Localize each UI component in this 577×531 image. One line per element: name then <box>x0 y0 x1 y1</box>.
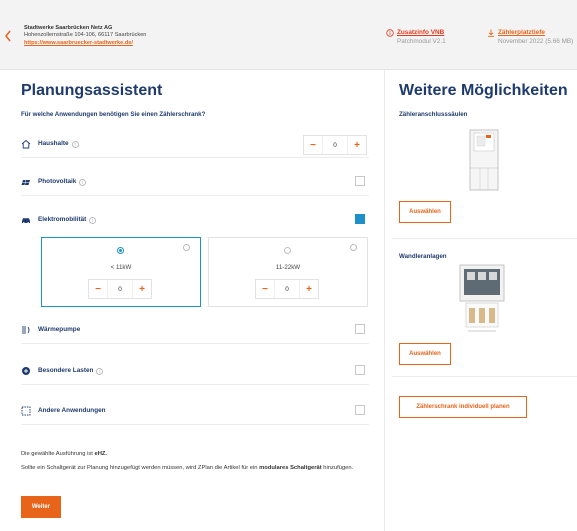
info-icon[interactable]: i <box>89 217 97 224</box>
info-circle-icon <box>386 29 394 37</box>
card1-select-button[interactable]: Auswählen <box>399 201 451 223</box>
elektromobilitaet-checkbox[interactable] <box>355 214 365 224</box>
info-icon[interactable]: i <box>71 141 79 148</box>
transformer-cabinet-image <box>459 264 505 332</box>
company-link[interactable]: https://www.saarbruecker-stadtwerke.de/ <box>24 40 146 47</box>
row-label: Haushalte i <box>38 140 79 148</box>
card1-title: Zähleranschlusssäulen <box>399 111 468 118</box>
page-title: Planungsassistent <box>21 82 163 99</box>
solar-panel-icon <box>21 179 30 186</box>
header-bar: Stadtwerke Saarbrücken Netz AG Hohenzoll… <box>0 0 577 70</box>
special-load-icon <box>22 367 30 375</box>
execution-note: Die gewählte Ausführung ist eHZ. <box>21 451 108 457</box>
dashed-square-icon <box>21 406 31 416</box>
row-waermepumpe: Wärmepumpe <box>21 316 369 344</box>
info-icon[interactable] <box>350 244 357 251</box>
zusatzinfo-link[interactable]: Zusatzinfo VNB Patchmodul V2.1 <box>386 29 446 46</box>
andere-anwendungen-checkbox[interactable] <box>355 405 365 415</box>
option-label: 11-22kW <box>275 264 301 271</box>
row-label: Wärmepumpe <box>38 326 81 333</box>
under-11kw-stepper[interactable]: − 0 + <box>88 279 152 299</box>
card2-title: Wandleranlagen <box>399 253 447 260</box>
info-icon[interactable] <box>183 244 190 251</box>
house-icon <box>21 139 31 149</box>
company-name: Stadtwerke Saarbrücken Netz AG <box>24 25 113 31</box>
row-label: Andere Anwendungen <box>38 407 106 414</box>
zaehlerplatz-subtitle: November 2022 (5.66 MB) <box>498 37 574 45</box>
haushalte-count[interactable]: 0 <box>322 136 348 154</box>
plan-individually-button[interactable]: Zählerschrank individuell planen <box>399 396 527 418</box>
card-divider <box>392 376 577 377</box>
photovoltaik-checkbox[interactable] <box>355 176 365 186</box>
row-photovoltaik: Photovoltaik i <box>21 168 369 196</box>
waermepumpe-checkbox[interactable] <box>355 324 365 334</box>
under-11kw-count[interactable]: 0 <box>107 280 133 298</box>
meter-column-image <box>469 129 499 191</box>
chevron-left-icon[interactable] <box>4 30 12 42</box>
car-icon <box>22 218 30 224</box>
option-label: < 11kW <box>110 264 132 271</box>
zusatzinfo-title[interactable]: Zusatzinfo VNB <box>387 29 446 38</box>
row-besondere-lasten: Besondere Lasten i <box>21 357 369 385</box>
company-info: Stadtwerke Saarbrücken Netz AG Hohenzoll… <box>24 25 146 47</box>
row-andere-anwendungen: Andere Anwendungen <box>21 397 369 425</box>
increment-button[interactable]: + <box>348 136 366 154</box>
zusatzinfo-subtitle: Patchmodul V2.1 <box>397 37 446 45</box>
emob-option-under-11kw[interactable]: < 11kW − 0 + <box>41 237 201 307</box>
11-22kw-stepper[interactable]: − 0 + <box>255 279 319 299</box>
schaltgeraet-note: Sollte ein Schaltgerät zur Planung hinzu… <box>21 465 354 471</box>
zaehlerplatz-download[interactable]: Zählerplatztiefe November 2022 (5.66 MB) <box>488 29 573 46</box>
company-address: Hohenzollernstraße 104-106, 66117 Saarbr… <box>24 32 147 39</box>
info-icon[interactable]: i <box>79 179 87 186</box>
increment-button[interactable]: + <box>133 280 151 298</box>
radio-11-22kw[interactable] <box>284 247 291 254</box>
haushalte-stepper[interactable]: − 0 + <box>303 135 367 155</box>
question-text: Für welche Anwendungen benötigen Sie ein… <box>21 111 206 118</box>
radio-under-11kw[interactable] <box>117 247 124 254</box>
decrement-button[interactable]: − <box>89 280 107 298</box>
row-label: Besondere Lasten i <box>38 367 104 375</box>
increment-button[interactable]: + <box>300 280 318 298</box>
info-icon[interactable]: i <box>96 368 104 375</box>
emob-option-11-22kw[interactable]: 11-22kW − 0 + <box>208 237 368 307</box>
row-elektromobilitaet: Elektromobilität i <box>21 206 369 234</box>
decrement-button[interactable]: − <box>256 280 274 298</box>
zaehlerplatz-title[interactable]: Zählerplatztiefe <box>488 29 573 38</box>
column-divider <box>384 70 385 531</box>
heat-pump-icon <box>22 326 30 334</box>
decrement-button[interactable]: − <box>304 136 322 154</box>
next-button[interactable]: Weiter <box>21 496 61 518</box>
row-label: Photovoltaik i <box>38 178 87 186</box>
card2-select-button[interactable]: Auswählen <box>399 343 451 365</box>
11-22kw-count[interactable]: 0 <box>274 280 300 298</box>
card-divider <box>392 238 577 239</box>
besondere-lasten-checkbox[interactable] <box>355 365 365 375</box>
row-label: Elektromobilität i <box>38 216 97 224</box>
options-title: Weitere Möglichkeiten <box>399 82 568 99</box>
download-icon <box>488 29 494 37</box>
row-haushalte: Haushalte i − 0 + <box>21 130 369 158</box>
